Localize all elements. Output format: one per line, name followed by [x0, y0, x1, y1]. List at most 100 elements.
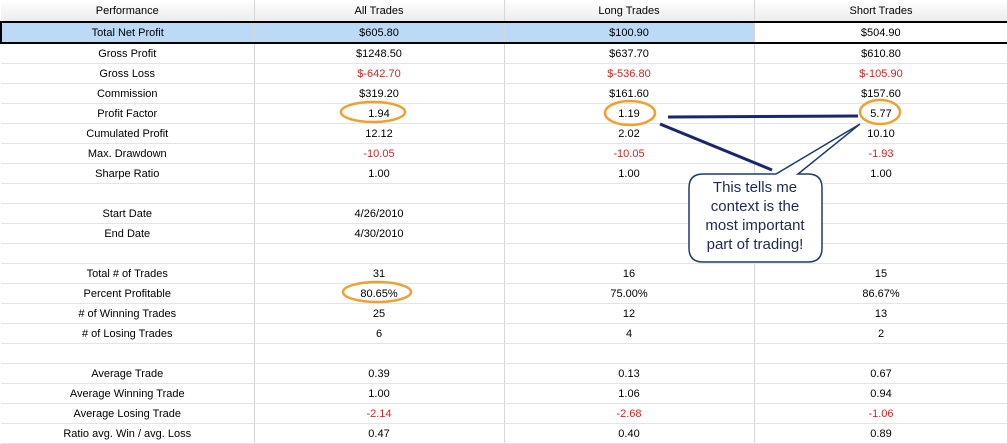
table-row[interactable]: Start Date 4/26/2010 [1, 203, 1007, 224]
metric-label [1, 243, 255, 264]
metric-value-all: 12.12 [254, 123, 505, 144]
table-row[interactable]: Total # of Trades 31 16 15 [1, 263, 1007, 284]
metric-value-all [254, 183, 505, 204]
metric-label: Gross Loss [1, 63, 255, 84]
metric-value-all: 1.94 [254, 103, 505, 124]
metric-value-all: 4/26/2010 [254, 203, 505, 224]
metric-value-long: 75.00% [504, 283, 755, 304]
metric-value-long: 12 [504, 303, 755, 324]
metric-value-long [504, 343, 755, 364]
metric-value-short: $610.80 [754, 43, 1007, 64]
metric-value-all: $-642.70 [254, 63, 505, 84]
metric-value-long: 0.13 [504, 363, 755, 384]
table-row[interactable]: Gross Loss $-642.70 $-536.80 $-105.90 [1, 63, 1007, 84]
col-header-all-trades[interactable]: All Trades [254, 0, 505, 23]
table-row[interactable]: Ratio avg. Win / avg. Loss 0.47 0.40 0.89 [1, 423, 1007, 444]
metric-value-all: 4/30/2010 [254, 223, 505, 244]
metric-value-short: $157.60 [754, 83, 1007, 104]
metric-value-long: 1.19 [504, 103, 755, 124]
metric-value-all: $605.80 [254, 21, 505, 44]
table-row[interactable]: Average Losing Trade -2.14 -2.68 -1.06 [1, 403, 1007, 424]
metric-value-long: 16 [504, 263, 755, 284]
table-row[interactable]: Average Trade 0.39 0.13 0.67 [1, 363, 1007, 384]
table-row[interactable] [1, 243, 1007, 264]
metric-label: Average Winning Trade [1, 383, 255, 404]
metric-label [1, 343, 255, 364]
metric-value-short: $-105.90 [754, 63, 1007, 84]
table-row[interactable]: Max. Drawdown -10.05 -10.05 -1.93 [1, 143, 1007, 164]
table-row[interactable] [1, 183, 1007, 204]
metric-label: Average Trade [1, 363, 255, 384]
metric-label: Commission [1, 83, 255, 104]
table-row[interactable]: Cumulated Profit 12.12 2.02 10.10 [1, 123, 1007, 144]
speech-bubble-text: This tells me context is the most import… [690, 178, 820, 254]
metric-value-short: 13 [754, 303, 1007, 324]
table-row[interactable] [1, 343, 1007, 364]
col-header-long-trades[interactable]: Long Trades [504, 0, 755, 23]
metric-value-all: $1248.50 [254, 43, 505, 64]
bubble-line: part of trading! [706, 236, 804, 253]
table-row[interactable]: # of Winning Trades 25 12 13 [1, 303, 1007, 324]
metric-value-all: $319.20 [254, 83, 505, 104]
metric-value-all: 80.65% [254, 283, 505, 304]
table-row[interactable]: Sharpe Ratio 1.00 1.00 1.00 [1, 163, 1007, 184]
metric-value-all: -10.05 [254, 143, 505, 164]
table-row[interactable]: Average Winning Trade 1.00 1.06 0.94 [1, 383, 1007, 404]
metric-value-short: 10.10 [754, 123, 1007, 144]
metric-value-all: 0.39 [254, 363, 505, 384]
metric-value-long: -10.05 [504, 143, 755, 164]
metric-value-all [254, 243, 505, 264]
metric-value-all [254, 343, 505, 364]
metric-value-all: 0.47 [254, 423, 505, 444]
metric-value-all: 31 [254, 263, 505, 284]
metric-label: Max. Drawdown [1, 143, 255, 164]
col-header-short-trades[interactable]: Short Trades [754, 0, 1007, 23]
metric-label: # of Winning Trades [1, 303, 255, 324]
metric-value-short: 86.67% [754, 283, 1007, 304]
metric-value-long: $100.90 [504, 21, 755, 44]
metric-label [1, 183, 255, 204]
metric-label: Average Losing Trade [1, 403, 255, 424]
metric-value-long: 0.40 [504, 423, 755, 444]
metric-value-short: $504.90 [754, 21, 1007, 44]
metric-value-short: 0.89 [754, 423, 1007, 444]
metric-value-all: 1.00 [254, 163, 505, 184]
col-header-performance[interactable]: Performance [1, 0, 255, 23]
performance-table: Performance All Trades Long Trades Short… [0, 0, 1007, 444]
metric-label: Percent Profitable [1, 283, 255, 304]
metric-value-long: $-536.80 [504, 63, 755, 84]
table-row[interactable]: # of Losing Trades 6 4 2 [1, 323, 1007, 344]
table-row[interactable]: Profit Factor 1.94 1.19 5.77 [1, 103, 1007, 124]
metric-label: Gross Profit [1, 43, 255, 64]
bubble-line: most important [705, 217, 805, 234]
performance-report: Performance All Trades Long Trades Short… [0, 0, 1007, 444]
metric-value-all: 25 [254, 303, 505, 324]
metric-value-short: 0.94 [754, 383, 1007, 404]
table-row[interactable]: Percent Profitable 80.65% 75.00% 86.67% [1, 283, 1007, 304]
metric-value-long: 4 [504, 323, 755, 344]
table-row[interactable]: Total Net Profit $605.80 $100.90 $504.90 [0, 21, 1007, 44]
metric-value-short: 0.67 [754, 363, 1007, 384]
metric-label: Total # of Trades [1, 263, 255, 284]
metric-label: End Date [1, 223, 255, 244]
table-row[interactable]: Commission $319.20 $161.60 $157.60 [1, 83, 1007, 104]
metric-value-short [754, 343, 1007, 364]
metric-value-short: 15 [754, 263, 1007, 284]
metric-label: Profit Factor [1, 103, 255, 124]
metric-value-short: -1.06 [754, 403, 1007, 424]
header-row: Performance All Trades Long Trades Short… [1, 0, 1007, 23]
table-row[interactable]: Gross Profit $1248.50 $637.70 $610.80 [1, 43, 1007, 64]
metric-value-long: -2.68 [504, 403, 755, 424]
metric-label: Cumulated Profit [1, 123, 255, 144]
metric-value-all: -2.14 [254, 403, 505, 424]
metric-label: Ratio avg. Win / avg. Loss [1, 423, 255, 444]
metric-label: Start Date [1, 203, 255, 224]
table-row[interactable]: End Date 4/30/2010 [1, 223, 1007, 244]
bubble-line: context is the [710, 198, 800, 215]
metric-value-long: $161.60 [504, 83, 755, 104]
metric-label: # of Losing Trades [1, 323, 255, 344]
metric-value-long: $637.70 [504, 43, 755, 64]
metric-value-all: 1.00 [254, 383, 505, 404]
metric-value-short: 2 [754, 323, 1007, 344]
bubble-line: This tells me [712, 179, 798, 196]
